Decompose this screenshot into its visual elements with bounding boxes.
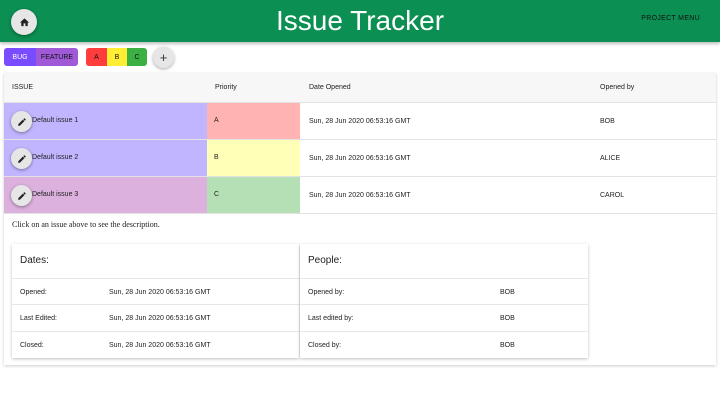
detail-row: Closed: Sun, 28 Jun 2020 06:53:16 GMT: [12, 331, 299, 357]
filter-priority-c-chip[interactable]: C: [127, 48, 147, 66]
issue-cell: Default issue 1: [4, 103, 207, 139]
priority-value: A: [214, 117, 219, 124]
detail-row: Last Edited: Sun, 28 Jun 2020 06:53:16 G…: [12, 304, 299, 330]
app-title: Issue Tracker: [275, 5, 445, 36]
last-edited-by-value: BOB: [500, 315, 515, 322]
filter-priority-a-chip[interactable]: A: [86, 48, 107, 66]
dates-card-title: Dates:: [20, 255, 49, 266]
priority-value: B: [214, 154, 219, 161]
issues-panel: ISSUE Priority Date Opened Opened by Def…: [4, 73, 716, 365]
priority-cell: C: [207, 177, 300, 213]
header-priority: Priority: [215, 84, 237, 91]
closed-label: Closed:: [20, 342, 44, 349]
detail-row: Opened: Sun, 28 Jun 2020 06:53:16 GMT: [12, 278, 299, 304]
issue-name[interactable]: Default issue 1: [32, 117, 78, 124]
table-row[interactable]: Default issue 2 B Sun, 28 Jun 2020 06:53…: [4, 140, 716, 177]
table-row[interactable]: Default issue 1 A Sun, 28 Jun 2020 06:53…: [4, 103, 716, 140]
description-hint: Click on an issue above to see the descr…: [12, 220, 160, 229]
pencil-icon: [17, 191, 26, 200]
opened-value: Sun, 28 Jun 2020 06:53:16 GMT: [109, 289, 211, 296]
opened-by-value: CAROL: [600, 192, 625, 199]
detail-row: Opened by: BOB: [300, 278, 588, 304]
priority-cell: B: [207, 140, 300, 176]
issue-cell: Default issue 3: [4, 177, 207, 213]
filter-toolbar: BUG FEATURE A B C +: [4, 46, 174, 68]
issue-name[interactable]: Default issue 2: [32, 154, 78, 161]
dates-card: Dates: Opened: Sun, 28 Jun 2020 06:53:16…: [12, 244, 299, 358]
opened-by-label: Opened by:: [308, 289, 345, 296]
edit-issue-button[interactable]: [11, 148, 32, 169]
pencil-icon: [17, 117, 26, 126]
table-row[interactable]: Default issue 3 C Sun, 28 Jun 2020 06:53…: [4, 177, 716, 214]
date-opened-value: Sun, 28 Jun 2020 06:53:16 GMT: [309, 192, 411, 199]
last-edited-by-label: Last edited by:: [308, 315, 354, 322]
priority-value: C: [214, 191, 220, 198]
app-bar: Issue Tracker PROJECT MENU: [0, 0, 720, 42]
header-opened-by: Opened by: [600, 84, 635, 91]
opened-label: Opened:: [20, 289, 47, 296]
detail-row: Last edited by: BOB: [300, 304, 588, 330]
people-opened-by-value: BOB: [500, 289, 515, 296]
closed-value: Sun, 28 Jun 2020 06:53:16 GMT: [109, 342, 211, 349]
pencil-icon: [17, 154, 26, 163]
filter-priority-b-chip[interactable]: B: [107, 48, 127, 66]
home-button[interactable]: [11, 9, 37, 35]
filter-bug-chip[interactable]: BUG: [4, 48, 36, 66]
add-issue-button[interactable]: +: [153, 46, 174, 68]
issue-name[interactable]: Default issue 3: [32, 191, 78, 198]
closed-by-label: Closed by:: [308, 342, 342, 349]
header-date-opened: Date Opened: [309, 84, 351, 91]
edit-issue-button[interactable]: [11, 111, 32, 132]
issue-cell: Default issue 2: [4, 140, 207, 176]
last-edited-label: Last Edited:: [20, 315, 57, 322]
home-icon: [19, 17, 29, 26]
detail-row: Closed by: BOB: [300, 331, 588, 357]
header-issue: ISSUE: [12, 84, 34, 91]
table-header: ISSUE Priority Date Opened Opened by: [4, 73, 716, 103]
last-edited-value: Sun, 28 Jun 2020 06:53:16 GMT: [109, 315, 211, 322]
priority-cell: A: [207, 103, 300, 139]
project-menu-button[interactable]: PROJECT MENU: [641, 15, 700, 22]
opened-by-value: BOB: [600, 118, 615, 125]
edit-issue-button[interactable]: [11, 185, 32, 206]
filter-feature-chip[interactable]: FEATURE: [36, 48, 78, 66]
opened-by-value: ALICE: [600, 155, 621, 162]
people-card-title: People:: [308, 255, 342, 266]
closed-by-value: BOB: [500, 342, 515, 349]
people-card: People: Opened by: BOB Last edited by: B…: [300, 244, 588, 358]
date-opened-value: Sun, 28 Jun 2020 06:53:16 GMT: [309, 155, 411, 162]
date-opened-value: Sun, 28 Jun 2020 06:53:16 GMT: [309, 118, 411, 125]
